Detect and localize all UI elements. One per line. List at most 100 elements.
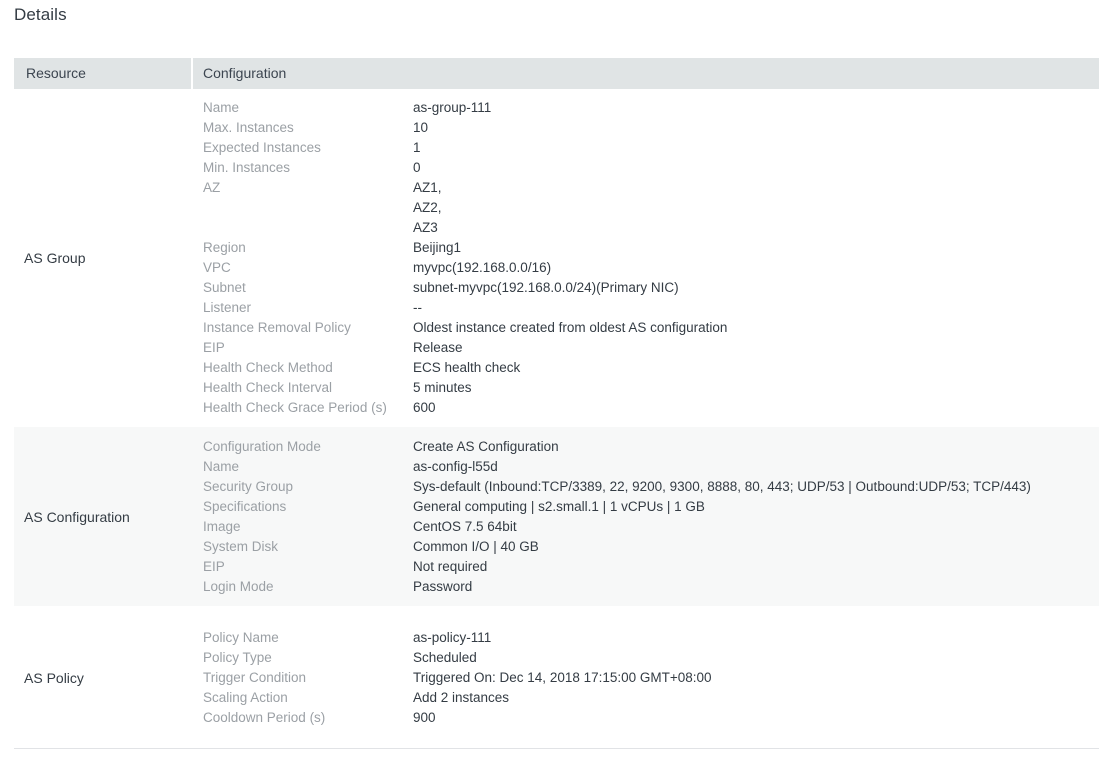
property-row: Image CentOS 7.5 64bit: [203, 517, 1099, 537]
property-value: Common I/O | 40 GB: [413, 538, 539, 554]
property-value: myvpc(192.168.0.0/16): [413, 260, 552, 275]
property-row: Listener --: [203, 298, 1099, 318]
property-key: Instance Removal Policy: [203, 320, 351, 335]
property-value: 0: [413, 160, 421, 175]
property-key: Configuration Mode: [203, 438, 321, 454]
configuration-cell-as-policy: Policy Name as-policy-111 Policy Type Sc…: [193, 628, 1099, 728]
property-row: Login Mode Password: [203, 577, 1099, 597]
property-value: Password: [413, 578, 473, 594]
property-key: VPC: [203, 260, 231, 275]
property-value: as-policy-111: [413, 630, 492, 645]
details-table: Resource Configuration AS Group Name as-…: [14, 58, 1099, 750]
property-row: Policy Type Scheduled: [203, 648, 1099, 668]
property-row: Scaling Action Add 2 instances: [203, 688, 1099, 708]
property-key: Health Check Interval: [203, 380, 333, 395]
property-row: Health Check Method ECS health check: [203, 358, 1099, 378]
property-value: 1: [413, 140, 421, 155]
column-header-configuration: Configuration: [203, 65, 287, 81]
property-list: Name as-group-111 Max. Instances 10 Expe…: [203, 98, 1099, 418]
property-row: Expected Instances 1: [203, 138, 1099, 158]
resource-label-as-group: AS Group: [24, 250, 86, 266]
property-value: subnet-myvpc(192.168.0.0/24)(Primary NIC…: [413, 280, 679, 295]
bottom-divider: [14, 748, 1099, 749]
property-row: System Disk Common I/O | 40 GB: [203, 537, 1099, 557]
property-row: Specifications General computing | s2.sm…: [203, 497, 1099, 517]
property-key: Policy Name: [203, 630, 279, 645]
property-key: Region: [203, 240, 246, 255]
property-key: EIP: [203, 558, 225, 574]
property-row: Trigger Condition Triggered On: Dec 14, …: [203, 668, 1099, 688]
property-value: Sys-default (Inbound:TCP/3389, 22, 9200,…: [413, 478, 1031, 494]
property-key: Image: [203, 518, 241, 534]
property-key: Max. Instances: [203, 120, 294, 135]
property-row: AZ AZ1, AZ2, AZ3: [203, 178, 1099, 238]
property-key: Name: [203, 458, 240, 474]
property-value: 900: [413, 710, 436, 725]
configuration-cell-as-group: Name as-group-111 Max. Instances 10 Expe…: [193, 98, 1099, 418]
property-value: Scheduled: [413, 650, 477, 665]
property-value: Not required: [413, 558, 488, 574]
property-key: AZ: [203, 180, 221, 195]
property-row: EIP Not required: [203, 557, 1099, 577]
property-key: System Disk: [203, 538, 279, 554]
property-key: Min. Instances: [203, 160, 291, 175]
property-row: Subnet subnet-myvpc(192.168.0.0/24)(Prim…: [203, 278, 1099, 298]
property-value: 600: [413, 400, 436, 415]
property-row: EIP Release: [203, 338, 1099, 358]
property-row: Region Beijing1: [203, 238, 1099, 258]
property-key: Policy Type: [203, 650, 272, 665]
page-title: Details: [14, 5, 67, 24]
property-value: --: [413, 300, 422, 315]
property-key: Login Mode: [203, 578, 274, 594]
property-key: EIP: [203, 340, 225, 355]
property-value: Add 2 instances: [413, 690, 510, 705]
property-key: Health Check Grace Period (s): [203, 400, 387, 415]
property-value: Release: [413, 340, 463, 355]
column-header-resource: Resource: [14, 58, 193, 89]
property-list: Configuration Mode Create AS Configurati…: [203, 437, 1099, 597]
details-page: Details Resource Configuration AS Group …: [0, 0, 1099, 763]
property-key: Cooldown Period (s): [203, 710, 326, 725]
resource-label-as-policy: AS Policy: [24, 670, 84, 686]
property-row: Configuration Mode Create AS Configurati…: [203, 437, 1099, 457]
property-row: VPC myvpc(192.168.0.0/16): [203, 258, 1099, 278]
table-row: AS Group Name as-group-111 Max. Instance…: [14, 89, 1099, 427]
property-value: General computing | s2.small.1 | 1 vCPUs…: [413, 498, 705, 514]
property-key: Health Check Method: [203, 360, 333, 375]
property-value: Beijing1: [413, 240, 462, 255]
property-value: Create AS Configuration: [413, 438, 559, 454]
property-value: 5 minutes: [413, 380, 472, 395]
property-row: Security Group Sys-default (Inbound:TCP/…: [203, 477, 1099, 497]
property-row: Health Check Grace Period (s) 600: [203, 398, 1099, 418]
property-key: Security Group: [203, 478, 294, 494]
property-key: Trigger Condition: [203, 670, 307, 685]
table-header-row: Resource Configuration: [14, 58, 1099, 89]
property-key: Listener: [203, 300, 252, 315]
property-key: Name: [203, 100, 240, 115]
property-value: Oldest instance created from oldest AS c…: [413, 320, 728, 335]
property-row: Instance Removal Policy Oldest instance …: [203, 318, 1099, 338]
property-value: as-config-l55d: [413, 458, 498, 474]
property-row: Name as-group-111: [203, 98, 1099, 118]
property-value: 10: [413, 120, 429, 135]
property-row: Max. Instances 10: [203, 118, 1099, 138]
resource-label-as-configuration: AS Configuration: [24, 508, 130, 525]
property-row: Min. Instances 0: [203, 158, 1099, 178]
property-key: Subnet: [203, 280, 246, 295]
property-list: Policy Name as-policy-111 Policy Type Sc…: [203, 628, 1099, 728]
property-value: AZ1, AZ2, AZ3: [413, 180, 442, 235]
table-row: AS Configuration Configuration Mode Crea…: [14, 427, 1099, 606]
property-key: Expected Instances: [203, 140, 321, 155]
property-value: Triggered On: Dec 14, 2018 17:15:00 GMT+…: [413, 670, 712, 685]
property-key: Scaling Action: [203, 690, 288, 705]
property-value: as-group-111: [413, 100, 492, 115]
property-key: Specifications: [203, 498, 287, 514]
configuration-cell-as-configuration: Configuration Mode Create AS Configurati…: [193, 437, 1099, 597]
property-value: CentOS 7.5 64bit: [413, 518, 517, 534]
table-row: AS Policy Policy Name as-policy-111 Poli…: [14, 606, 1099, 750]
property-row: Cooldown Period (s) 900: [203, 708, 1099, 728]
property-row: Policy Name as-policy-111: [203, 628, 1099, 648]
property-row: Health Check Interval 5 minutes: [203, 378, 1099, 398]
property-value: ECS health check: [413, 360, 521, 375]
property-row: Name as-config-l55d: [203, 457, 1099, 477]
